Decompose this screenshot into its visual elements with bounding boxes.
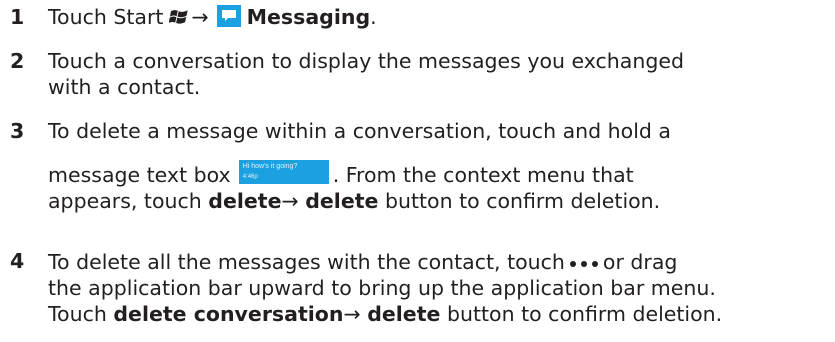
message-time: 4:46p [242,174,258,180]
arrow-glyph: → [191,5,209,29]
windows-logo-icon [169,7,189,33]
step-number: 4 [10,249,25,273]
step-number: 3 [10,119,25,143]
step-number: 1 [10,5,25,29]
step-2-line: Touch a conversation to display the mess… [48,49,684,73]
bold-term: delete [208,189,282,213]
message-text-box: Hi how's it going? 4:46p [238,160,329,184]
step-3-line: message text box [48,163,231,187]
step-4-line: Touch [48,302,107,326]
app-name-messaging: Messaging [246,5,371,29]
message-text: Hi how's it going? [242,163,298,170]
arrow-glyph: → [281,189,299,213]
instructions-page: 1 Touch Start → Messaging. 2 Touch a conve… [0,0,835,342]
step-3-line: appears, touch [48,189,202,213]
ellipsis-icon [569,248,599,274]
step-3-line: To delete a message within a conversatio… [48,119,671,143]
step-1-text: Touch Start [48,5,164,29]
bold-term: delete [367,302,441,326]
step-2-line: with a contact. [48,75,201,99]
bold-term: delete conversation [113,302,344,326]
step-4-line: To delete all the messages with the cont… [48,250,565,274]
step-4-line: the application bar upward to bring up t… [48,276,716,300]
bold-term: delete [305,189,379,213]
arrow-glyph: → [343,302,361,326]
step-number: 2 [10,49,25,73]
messaging-icon [216,5,241,27]
